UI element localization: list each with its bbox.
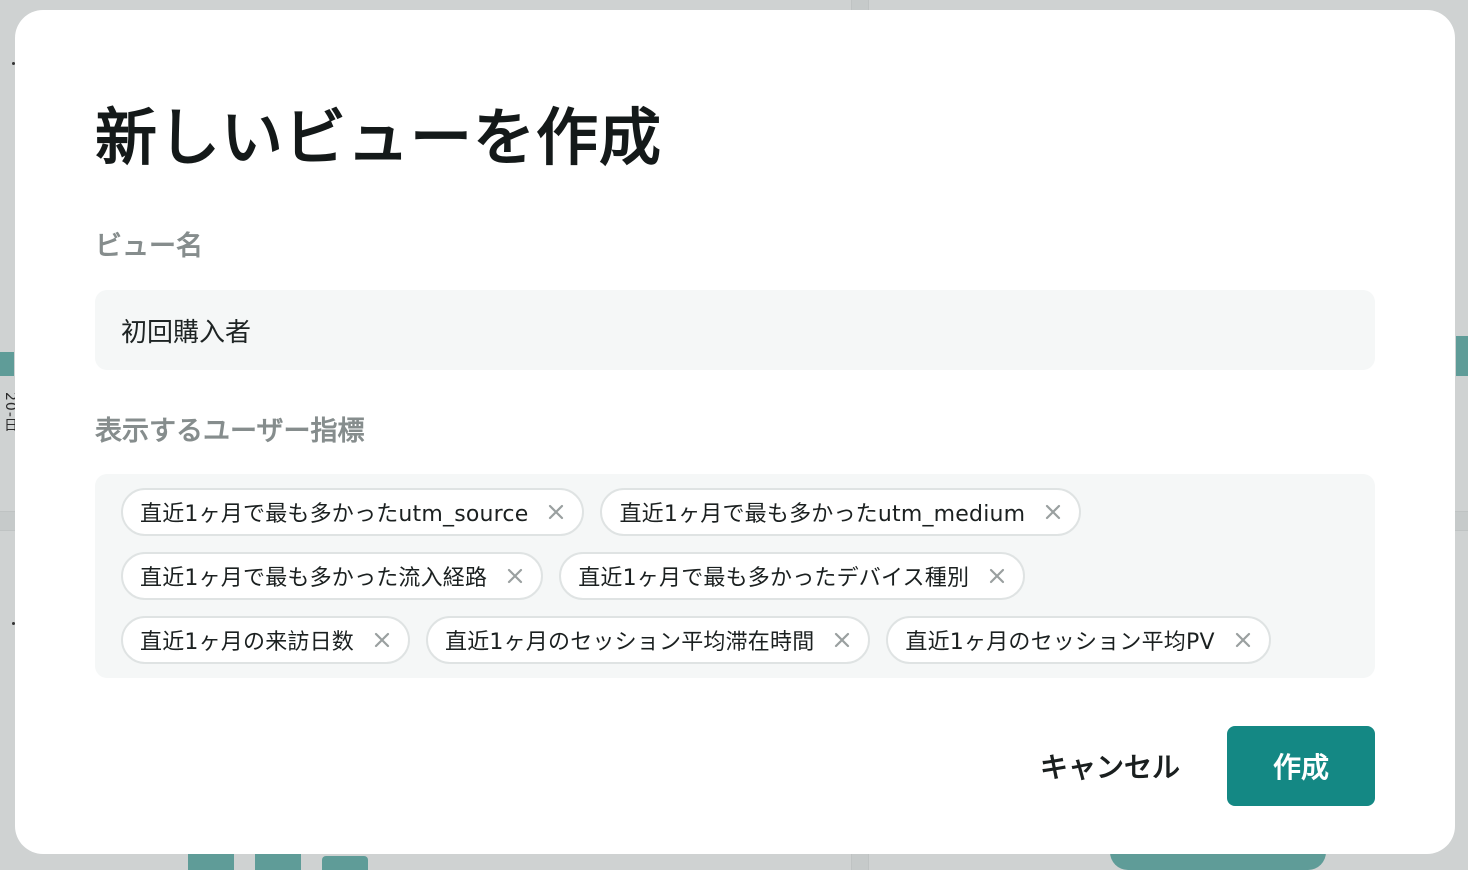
close-icon bbox=[1046, 504, 1061, 520]
metric-tag-label: 直近1ヶ月の来訪日数 bbox=[140, 630, 354, 655]
remove-tag-button[interactable] bbox=[983, 562, 1011, 590]
create-button[interactable]: 作成 bbox=[1227, 726, 1375, 806]
metric-tag: 直近1ヶ月のセッション平均PV bbox=[886, 616, 1271, 664]
metric-tag: 直近1ヶ月のセッション平均滞在時間 bbox=[426, 616, 871, 664]
remove-tag-button[interactable] bbox=[828, 626, 856, 654]
close-icon bbox=[1235, 632, 1250, 648]
metric-tag-label: 直近1ヶ月で最も多かったutm_medium bbox=[619, 502, 1026, 527]
remove-tag-button[interactable] bbox=[1229, 626, 1257, 654]
close-icon bbox=[835, 632, 850, 648]
dialog-title: 新しいビューを作成 bbox=[95, 101, 663, 174]
metric-tag: 直近1ヶ月で最も多かったデバイス種別 bbox=[559, 552, 1026, 600]
view-name-input[interactable] bbox=[95, 290, 1375, 370]
metric-tag-label: 直近1ヶ月で最も多かったデバイス種別 bbox=[578, 566, 970, 591]
background-chart-bar bbox=[0, 352, 14, 376]
remove-tag-button[interactable] bbox=[1039, 498, 1067, 526]
background-chart-bar bbox=[188, 852, 234, 870]
tag-row: 直近1ヶ月の来訪日数 直近1ヶ月のセッション平均滞在時間 直近1ヶ月のセッション… bbox=[121, 616, 1349, 664]
metric-tag-label: 直近1ヶ月のセッション平均滞在時間 bbox=[445, 630, 815, 655]
close-icon bbox=[374, 632, 390, 648]
view-name-label: ビュー名 bbox=[95, 231, 203, 262]
close-icon bbox=[990, 568, 1005, 584]
remove-tag-button[interactable] bbox=[542, 498, 570, 526]
background-chart-bar bbox=[1456, 336, 1468, 376]
metric-tag: 直近1ヶ月で最も多かった流入経路 bbox=[121, 552, 544, 600]
create-view-dialog: 新しいビューを作成 ビュー名 表示するユーザー指標 直近1ヶ月で最も多かったut… bbox=[15, 10, 1455, 854]
metric-tag-label: 直近1ヶ月で最も多かった流入経路 bbox=[140, 566, 488, 591]
close-icon bbox=[508, 568, 523, 584]
metric-tag-label: 直近1ヶ月で最も多かったutm_source bbox=[140, 502, 529, 527]
tag-row: 直近1ヶ月で最も多かった流入経路 直近1ヶ月で最も多かったデバイス種別 bbox=[121, 552, 1349, 600]
metric-tag: 直近1ヶ月の来訪日数 bbox=[121, 616, 410, 664]
remove-tag-button[interactable] bbox=[501, 562, 529, 590]
metric-tag-label: 直近1ヶ月のセッション平均PV bbox=[905, 630, 1215, 655]
close-icon bbox=[549, 504, 564, 520]
metric-tag: 直近1ヶ月で最も多かったutm_medium bbox=[600, 488, 1082, 536]
remove-tag-button[interactable] bbox=[368, 626, 396, 654]
metric-tag: 直近1ヶ月で最も多かったutm_source bbox=[121, 488, 585, 536]
background-chart-bar bbox=[322, 856, 368, 870]
background-chart-bar bbox=[1110, 852, 1326, 870]
background-chart-bar bbox=[255, 852, 301, 870]
user-metrics-label: 表示するユーザー指標 bbox=[95, 416, 365, 447]
cancel-button[interactable]: キャンセル bbox=[1025, 726, 1195, 806]
user-metrics-tag-input[interactable]: 直近1ヶ月で最も多かったutm_source 直近1ヶ月で最も多かったutm_m… bbox=[95, 474, 1375, 678]
tag-row: 直近1ヶ月で最も多かったutm_source 直近1ヶ月で最も多かったutm_m… bbox=[121, 488, 1349, 536]
